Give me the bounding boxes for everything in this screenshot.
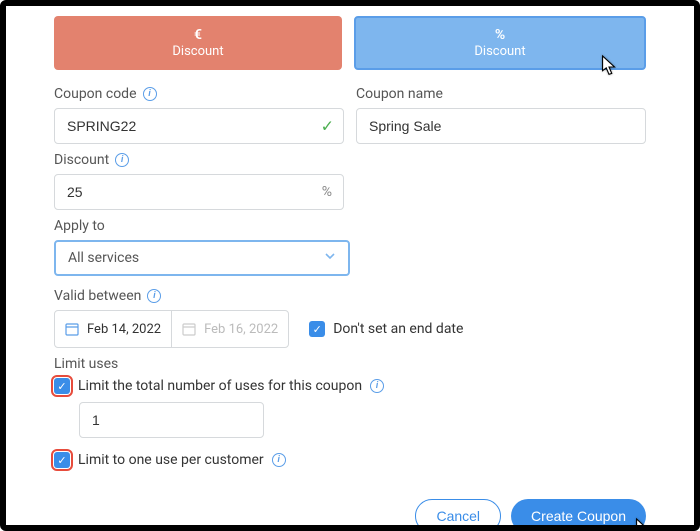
- coupon-name-input[interactable]: [356, 108, 646, 144]
- limit-total-uses-label: Limit the total number of uses for this …: [78, 378, 362, 394]
- coupon-code-input[interactable]: [54, 108, 344, 144]
- create-coupon-button[interactable]: Create Coupon: [511, 499, 646, 531]
- chevron-down-icon: [324, 250, 336, 266]
- valid-between-label: Valid between i: [54, 288, 646, 304]
- limit-uses-label: Limit uses: [54, 356, 646, 372]
- tab-percent-discount[interactable]: % Discount: [354, 16, 646, 70]
- info-icon[interactable]: i: [272, 453, 286, 467]
- no-end-date-checkbox[interactable]: ✓: [309, 321, 325, 337]
- tab-percent-label: Discount: [474, 44, 525, 59]
- limit-per-customer-label: Limit to one use per customer: [78, 452, 264, 468]
- start-date-input[interactable]: Feb 14, 2022: [55, 311, 171, 347]
- limit-per-customer-checkbox[interactable]: ✓: [54, 452, 70, 468]
- start-date-value: Feb 14, 2022: [87, 322, 161, 337]
- percent-symbol: %: [495, 28, 505, 42]
- info-icon[interactable]: i: [115, 153, 129, 167]
- info-icon[interactable]: i: [370, 379, 384, 393]
- discount-input[interactable]: [54, 174, 344, 210]
- cursor-icon: [632, 517, 654, 531]
- discount-suffix: %: [322, 184, 332, 200]
- limit-total-uses-checkbox[interactable]: ✓: [54, 378, 70, 394]
- discount-label: Discount i: [54, 152, 344, 168]
- calendar-icon: [65, 322, 79, 336]
- coupon-code-label: Coupon code i: [54, 86, 344, 102]
- apply-to-label: Apply to: [54, 218, 350, 234]
- apply-to-value: All services: [68, 250, 139, 266]
- limit-total-uses-input[interactable]: [79, 402, 264, 438]
- cursor-icon: [598, 54, 620, 80]
- calendar-icon: [182, 322, 196, 336]
- check-valid-icon: ✓: [321, 117, 334, 136]
- coupon-name-label: Coupon name: [356, 86, 646, 102]
- info-icon[interactable]: i: [143, 87, 157, 101]
- apply-to-select[interactable]: All services: [54, 240, 350, 276]
- end-date-value: Feb 16, 2022: [204, 322, 278, 337]
- no-end-date-label: Don't set an end date: [333, 321, 463, 337]
- end-date-input: Feb 16, 2022: [171, 311, 288, 347]
- info-icon[interactable]: i: [147, 289, 161, 303]
- euro-symbol: €: [194, 28, 202, 42]
- tab-euro-label: Discount: [172, 44, 223, 59]
- tab-euro-discount[interactable]: € Discount: [54, 16, 342, 70]
- cancel-button[interactable]: Cancel: [415, 499, 501, 531]
